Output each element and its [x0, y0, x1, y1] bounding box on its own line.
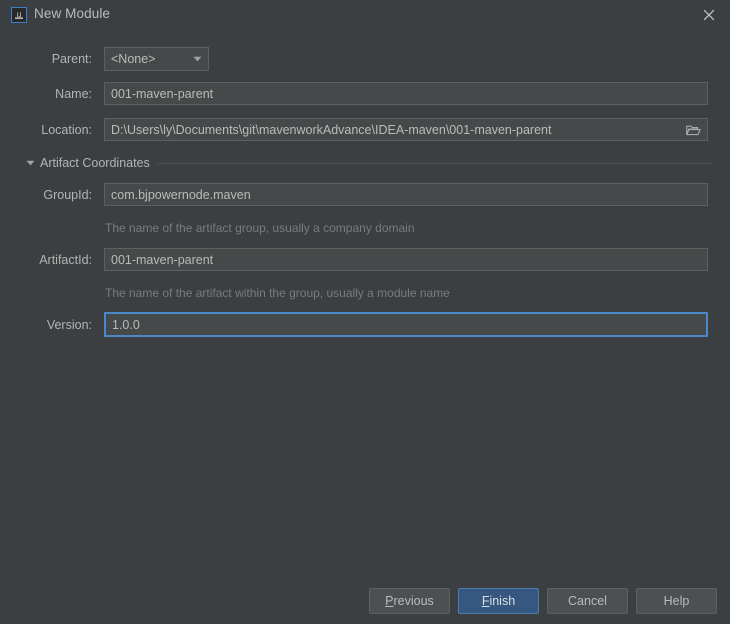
- chevron-down-icon: [186, 56, 208, 62]
- parent-label: Parent:: [51, 52, 92, 66]
- location-input[interactable]: D:\Users\ly\Documents\git\mavenworkAdvan…: [104, 118, 708, 141]
- version-label: Version:: [46, 318, 92, 332]
- artifactid-input[interactable]: 001-maven-parent: [104, 248, 708, 271]
- location-label: Location:: [41, 123, 92, 137]
- folder-icon[interactable]: [681, 121, 705, 140]
- close-icon[interactable]: [700, 6, 718, 24]
- finish-rest: inish: [489, 594, 516, 608]
- artifact-coordinates-title: Artifact Coordinates: [40, 156, 150, 170]
- artifactid-hint: The name of the artifact within the grou…: [105, 286, 450, 300]
- name-label: Name:: [55, 87, 92, 101]
- previous-rest: revious: [393, 594, 434, 608]
- previous-mnemonic: P: [385, 594, 394, 608]
- dialog-titlebar: IJ New Module: [0, 0, 730, 30]
- help-button[interactable]: Help: [636, 588, 717, 614]
- artifact-coordinates-section-header[interactable]: Artifact Coordinates: [26, 155, 712, 171]
- previous-button-label: Previous: [385, 594, 434, 608]
- groupid-hint: The name of the artifact group, usually …: [105, 221, 415, 235]
- finish-button-label: Finish: [482, 594, 515, 608]
- section-divider: [156, 162, 712, 164]
- parent-select-value: <None>: [111, 52, 156, 66]
- dialog-title: New Module: [34, 6, 111, 21]
- groupid-label: GroupId:: [43, 188, 92, 202]
- location-input-value: D:\Users\ly\Documents\git\mavenworkAdvan…: [111, 122, 552, 137]
- triangle-down-icon: [26, 160, 40, 166]
- intellij-idea-icon: IJ: [11, 7, 27, 23]
- version-input[interactable]: 1.0.0: [104, 312, 708, 337]
- previous-button[interactable]: Previous: [369, 588, 450, 614]
- parent-select[interactable]: <None>: [104, 47, 209, 71]
- artifactid-label: ArtifactId:: [39, 253, 92, 267]
- finish-button[interactable]: Finish: [458, 588, 539, 614]
- name-input[interactable]: 001-maven-parent: [104, 82, 708, 105]
- groupid-input[interactable]: com.bjpowernode.maven: [104, 183, 708, 206]
- cancel-button[interactable]: Cancel: [547, 588, 628, 614]
